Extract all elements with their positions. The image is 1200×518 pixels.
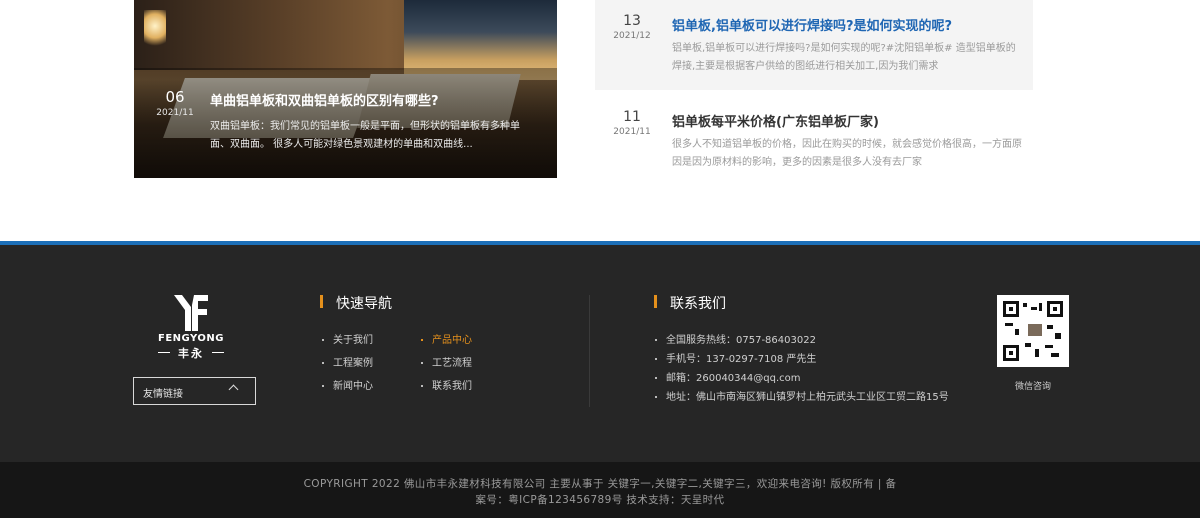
contact-address: 地址：佛山市南海区狮山镇罗村上柏元武头工业区工贸二路15号 [655,388,949,403]
footer: FENGYONG 丰永 友情链接 快速导航 关于我们 产品中心 工程案例 工艺流… [0,245,1200,462]
bullet-icon [322,339,324,341]
news-desc: 铝单板,铝单板可以进行焊接吗?是如何实现的呢?#沈阳铝单板# 造型铝单板的焊接,… [672,43,1016,72]
copyright-line-2: 案号：粤ICP备123456789号 技术支持：天呈时代 [475,494,725,506]
featured-title[interactable]: 单曲铝单板和双曲铝单板的区别有哪些? [210,90,439,109]
featured-day: 06 [165,88,185,106]
featured-news-card[interactable]: 06 2021/11 单曲铝单板和双曲铝单板的区别有哪些? 双曲铝单板：我们常见… [134,0,557,178]
chevron-up-icon [228,384,239,395]
bullet-icon [322,362,324,364]
lamp-image-detail [144,10,166,50]
brand-cn: 丰永 [158,345,224,361]
qr-finder-icon [1003,301,1019,317]
news-title[interactable]: 铝单板每平米价格(广东铝单板厂家) [672,111,879,130]
news-year-month: 2021/12 [613,31,651,41]
wechat-qr-code [997,295,1069,367]
brand-en: FENGYONG [158,333,224,344]
nav-link-news[interactable]: 新闻中心 [322,377,373,392]
news-year-month: 2021/11 [613,127,651,137]
nav-link-contact[interactable]: 联系我们 [421,377,472,392]
bullet-icon [322,385,324,387]
nav-link-about[interactable]: 关于我们 [322,331,373,346]
contact-title: 联系我们 [654,293,726,313]
featured-year-month: 2021/11 [156,108,194,118]
nav-link-process[interactable]: 工艺流程 [421,354,472,369]
featured-desc: 双曲铝单板：我们常见的铝单板一般是平面，但形状的铝单板有多种单面、双曲面。 很多… [210,121,520,150]
contact-hotline: 全国服务热线：0757-86403022 [655,331,816,346]
title-bar-icon [320,295,323,308]
qr-center-logo-icon [1027,323,1043,337]
friend-links-label: 友情链接 [143,389,183,400]
nav-link-products[interactable]: 产品中心 [421,331,472,346]
news-item[interactable]: 13 2021/12 铝单板,铝单板可以进行焊接吗?是如何实现的呢? 铝单板,铝… [595,0,1033,90]
copyright-line-1: COPYRIGHT 2022 佛山市丰永建材科技有限公司 主要从事于 关键字一,… [303,478,897,490]
news-desc: 很多人不知道铝单板的价格，因此在购买的时候，就会感觉价格很高，一方面原因是因为原… [672,139,1022,168]
news-section: 06 2021/11 单曲铝单板和双曲铝单板的区别有哪些? 双曲铝单板：我们常见… [0,0,1200,241]
qr-label: 微信咨询 [1014,382,1051,392]
company-logo[interactable]: FENGYONG 丰永 [158,295,224,360]
bullet-icon [421,362,423,364]
title-bar-icon [654,295,657,308]
qr-finder-icon [1047,301,1063,317]
bullet-icon [655,377,657,379]
news-title[interactable]: 铝单板,铝单板可以进行焊接吗?是如何实现的呢? [672,15,952,34]
contact-mobile: 手机号：137-0297-7108 严先生 [655,350,816,365]
news-item[interactable]: 11 2021/11 铝单板每平米价格(广东铝单板厂家) 很多人不知道铝单板的价… [595,96,1033,186]
footer-divider [589,295,590,407]
qr-finder-icon [1003,345,1019,361]
bullet-icon [655,396,657,398]
bullet-icon [655,339,657,341]
copyright-bar: COPYRIGHT 2022 佛山市丰永建材科技有限公司 主要从事于 关键字一,… [0,462,1200,518]
quick-nav-title: 快速导航 [320,293,392,313]
friend-links-select[interactable]: 友情链接 [133,377,256,405]
news-day: 11 [623,109,641,125]
fy-logo-icon [174,295,208,331]
bullet-icon [421,385,423,387]
contact-email: 邮箱：260040344@qq.com [655,369,801,384]
nav-link-cases[interactable]: 工程案例 [322,354,373,369]
news-day: 13 [623,13,641,29]
bullet-icon [655,358,657,360]
bullet-icon [421,339,423,341]
